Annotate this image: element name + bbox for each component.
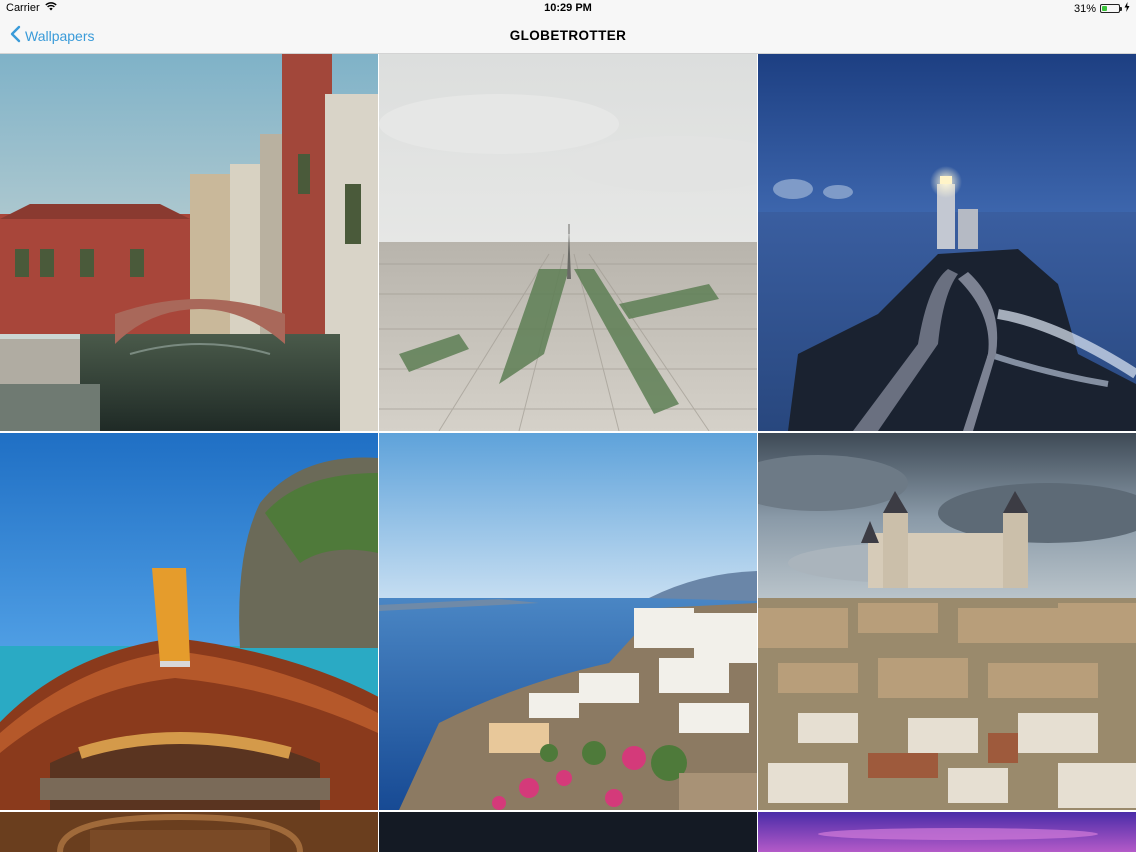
night-sky-image: [379, 812, 757, 852]
wallpaper-tile-santorini[interactable]: [379, 433, 757, 810]
purple-sunset-image: [758, 812, 1136, 852]
status-time: 10:29 PM: [544, 2, 592, 14]
wallpaper-grid: [0, 54, 1136, 852]
santorini-image: [379, 433, 757, 810]
navigation-bar: Wallpapers GLOBETROTTER: [0, 18, 1136, 54]
toledo-image: [758, 433, 1136, 810]
lighthouse-image: [758, 54, 1136, 431]
battery-percent: 31%: [1073, 2, 1096, 15]
charging-bolt-icon: [1124, 2, 1130, 15]
carved-door-image: [0, 812, 378, 852]
battery-icon: [1100, 4, 1122, 13]
wallpaper-tile-night[interactable]: [379, 812, 757, 852]
wallpaper-tile-sunset[interactable]: [758, 812, 1136, 852]
paris-aerial-image: [379, 54, 757, 431]
page-title: GLOBETROTTER: [509, 28, 627, 43]
longtail-boat-image: [0, 433, 378, 810]
wallpaper-tile-lighthouse[interactable]: [758, 54, 1136, 431]
wallpaper-tile-boat[interactable]: [0, 433, 378, 810]
wallpaper-tile-venice[interactable]: [0, 54, 378, 431]
venice-canal-image: [0, 54, 378, 431]
status-bar: Carrier 10:29 PM 31%: [0, 0, 1136, 18]
wallpaper-tile-paris[interactable]: [379, 54, 757, 431]
wallpaper-tile-toledo[interactable]: [758, 433, 1136, 810]
wallpaper-tile-door[interactable]: [0, 812, 378, 852]
